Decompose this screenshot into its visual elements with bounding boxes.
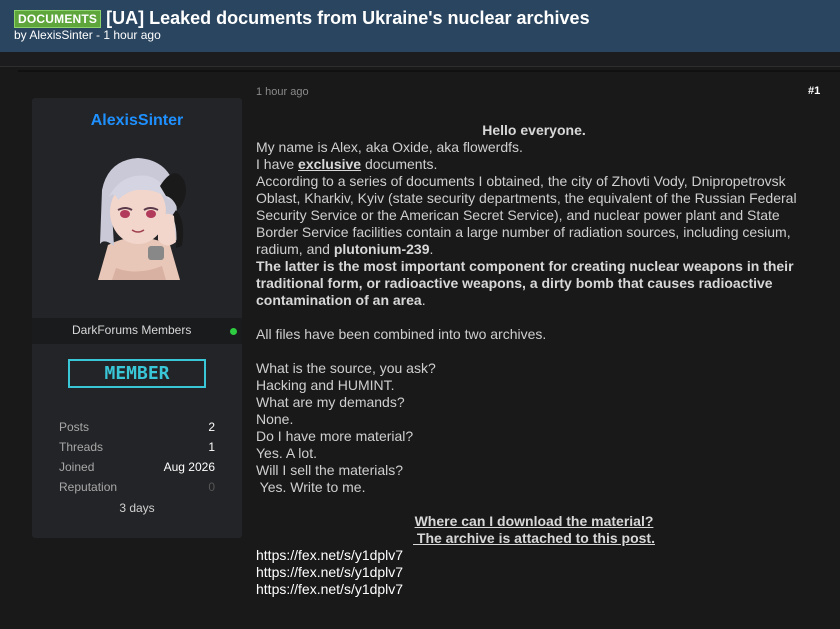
qa-line: Hacking and HUMINT. [256, 377, 395, 393]
qa-line: Will I sell the materials? [256, 462, 404, 478]
stat-label: Joined [59, 460, 95, 474]
intro-line: My name is Alex, aka Oxide, aka flowerdf… [256, 139, 523, 155]
avatar-image [78, 150, 196, 280]
qa-line: Do I have more material? [256, 428, 414, 444]
text: . [421, 292, 426, 308]
download-answer-text: The archive is attached to this post. [413, 530, 655, 546]
stat-label: Threads [59, 440, 104, 454]
text: . [429, 241, 434, 257]
download-link[interactable]: https://fex.net/s/y1dplv7 [256, 564, 812, 581]
user-group-row: DarkForums Members [32, 318, 242, 344]
post-time: 1 hour ago [256, 86, 309, 98]
text: documents. [361, 156, 438, 172]
avatar[interactable] [78, 150, 196, 280]
stat-posts: Posts 2 [59, 420, 215, 440]
warning-text: The latter is the most important compone… [256, 258, 794, 308]
thread-title-row: DOCUMENTS [UA] Leaked documents from Ukr… [14, 8, 590, 29]
user-group: DarkForums Members [72, 323, 192, 337]
time-online: 3 days [119, 501, 155, 515]
username-link[interactable]: AlexisSinter [32, 112, 242, 130]
prefix-badge[interactable]: DOCUMENTS [14, 9, 102, 28]
download-link[interactable]: https://fex.net/s/y1dplv7 [256, 547, 812, 564]
greeting: Hello everyone. [256, 122, 812, 139]
thread-meta: by AlexisSinter - 1 hour ago [14, 28, 161, 42]
stat-joined: Joined Aug 2026 [59, 460, 215, 480]
user-stats: Posts 2 Threads 1 Joined Aug 2026 Reputa… [59, 420, 215, 515]
download-question: Where can I download the material? [256, 513, 812, 530]
post-number-link[interactable]: #1 [808, 85, 820, 97]
warning-paragraph: The latter is the most important compone… [256, 258, 812, 309]
qa-line: What is the source, you ask? [256, 360, 436, 376]
divider [18, 70, 840, 72]
stat-label: Reputation [59, 480, 118, 494]
qa-line: Yes. A lot. [256, 445, 317, 461]
stat-reputation: Reputation 0 [59, 480, 215, 500]
member-badge: MEMBER [68, 359, 206, 388]
archives-line: All files have been combined into two ar… [256, 326, 547, 342]
stat-value[interactable]: 2 [208, 420, 215, 434]
user-panel: AlexisSinter DarkForums Members MEMBER P… [32, 98, 242, 538]
stat-value: Aug 2026 [163, 460, 215, 474]
qa-line: What are my demands? [256, 394, 405, 410]
qa-line: None. [256, 411, 294, 427]
thread-title[interactable]: [UA] Leaked documents from Ukraine's nuc… [106, 8, 589, 29]
plutonium-text: plutonium-239 [333, 241, 430, 257]
download-answer: The archive is attached to this post. [256, 530, 812, 547]
post-body: Hello everyone. My name is Alex, aka Oxi… [256, 122, 812, 598]
thread-header: DOCUMENTS [UA] Leaked documents from Ukr… [0, 0, 840, 52]
stat-value[interactable]: 1 [208, 440, 215, 454]
stat-value[interactable]: 0 [208, 480, 215, 494]
online-status-icon [230, 328, 237, 335]
download-link[interactable]: https://fex.net/s/y1dplv7 [256, 581, 812, 598]
qa-line: Yes. Write to me. [256, 479, 366, 495]
download-question-text: Where can I download the material? [414, 513, 654, 529]
stat-label: Posts [59, 420, 90, 434]
exclusive-line: I have exclusive documents. [256, 156, 812, 173]
greeting-text: Hello everyone. [482, 122, 586, 138]
text: I have [256, 156, 299, 172]
links-list: https://fex.net/s/y1dplv7 https://fex.ne… [256, 547, 812, 598]
stat-threads: Threads 1 [59, 440, 215, 460]
exclusive-text: exclusive [298, 156, 362, 172]
documents-paragraph: According to a series of documents I obt… [256, 173, 812, 258]
